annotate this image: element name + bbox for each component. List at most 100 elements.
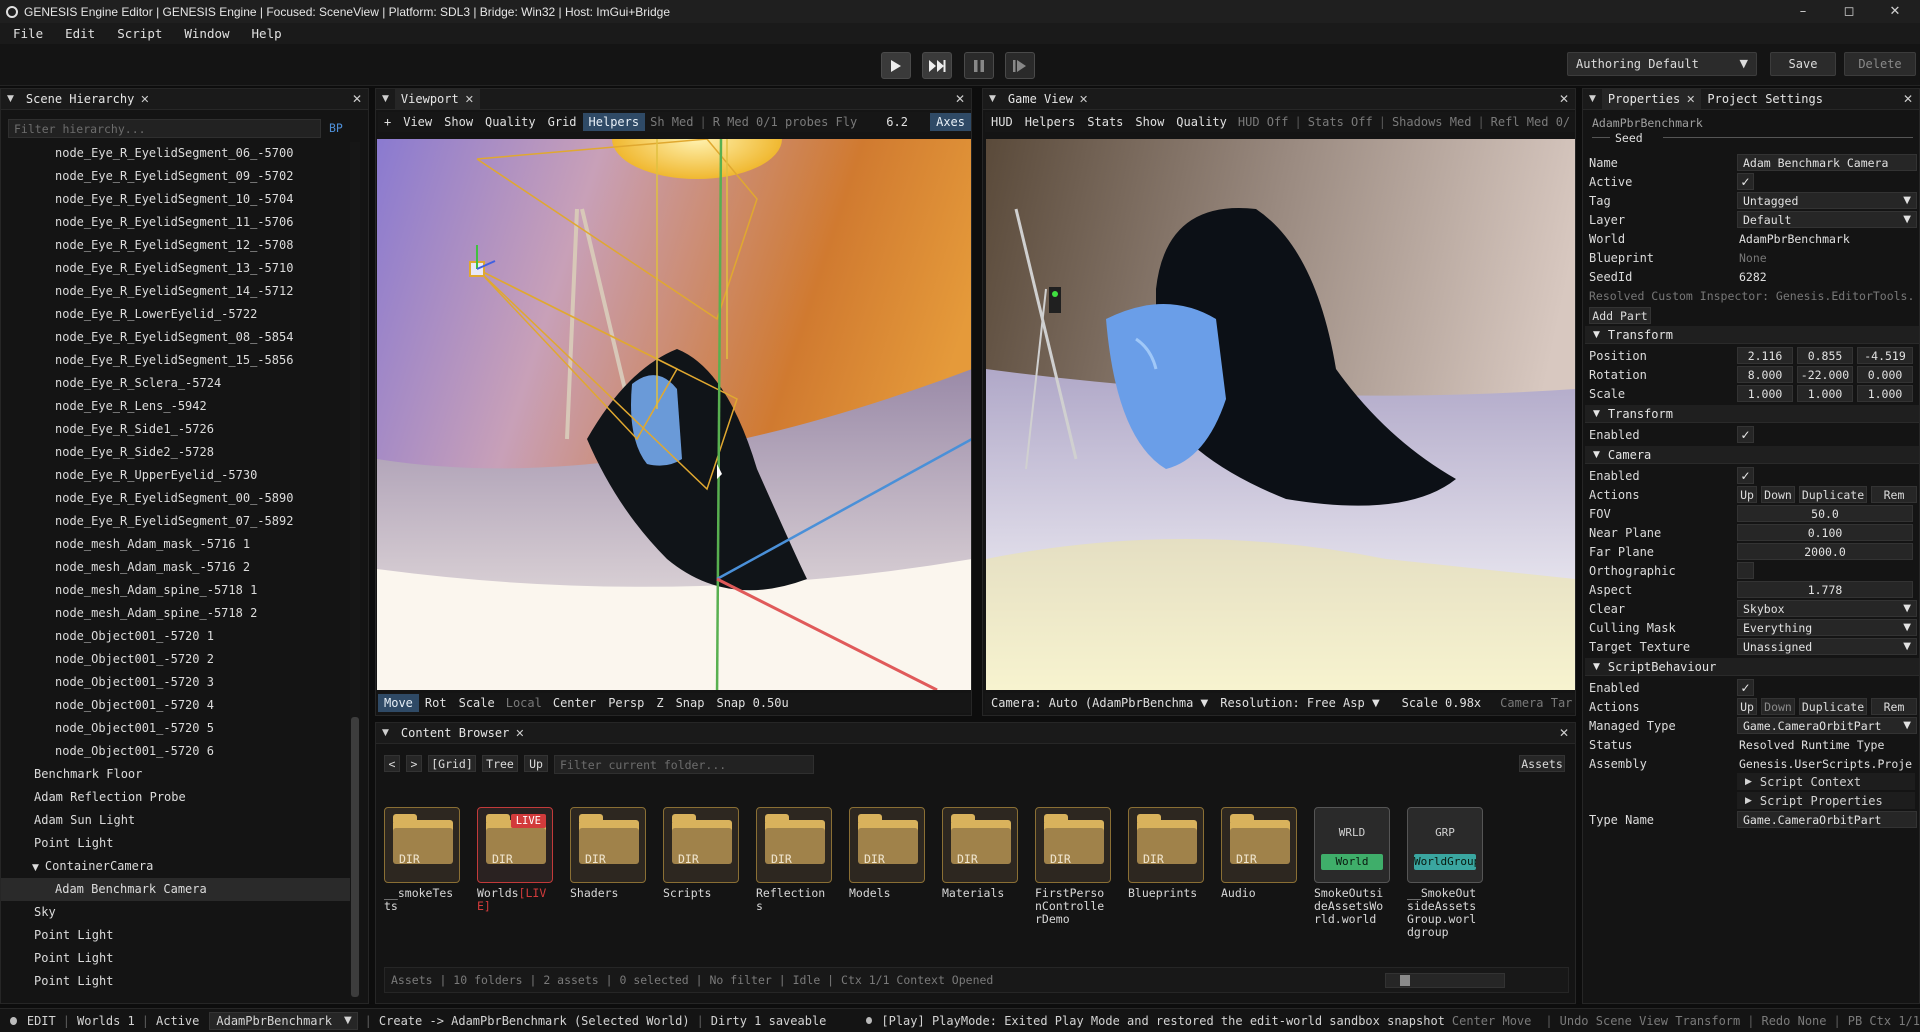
stats-toggle[interactable]: Stats <box>1081 113 1129 131</box>
hierarchy-item[interactable]: node_Eye_R_Lens_-5942 <box>1 395 351 418</box>
expand-icon[interactable]: ▼ <box>32 863 39 873</box>
folder-asset[interactable]: DIR Audio <box>1221 807 1297 900</box>
maximize-button[interactable]: ◻ <box>1826 0 1872 23</box>
folder-asset[interactable]: DIR Materials <box>942 807 1018 900</box>
view-menu[interactable]: View <box>397 113 438 131</box>
close-tab-icon[interactable]: ✕ <box>515 727 524 740</box>
asset-thumbnail[interactable]: DIR <box>849 807 925 883</box>
hierarchy-item[interactable]: node_mesh_Adam_spine_-5718 2 <box>1 602 351 625</box>
duplicate-button[interactable]: Duplicate <box>1799 698 1867 715</box>
folder-asset[interactable]: DIR Blueprints <box>1128 807 1204 900</box>
name-input[interactable]: Adam Benchmark Camera <box>1737 154 1917 171</box>
scale-x-field[interactable]: 1.000 <box>1737 385 1793 402</box>
file-asset[interactable]: GRP WorldGroup __SmokeOutsideAssetsGroup.w… <box>1407 807 1483 939</box>
near-plane-field[interactable]: 0.100 <box>1737 524 1913 541</box>
active-world-select[interactable]: AdamPbrBenchmark ▼ <box>209 1011 358 1030</box>
hierarchy-item[interactable]: Point Light <box>1 924 351 947</box>
menu-help[interactable]: Help <box>239 26 291 41</box>
add-part-button[interactable]: Add Part <box>1589 307 1651 324</box>
menu-edit[interactable]: Edit <box>52 26 104 41</box>
hierarchy-item[interactable]: node_Object001_-5720 1 <box>1 625 351 648</box>
camera-select[interactable]: Camera: Auto (AdamPbrBenchma ▼ <box>985 694 1214 712</box>
pivot-center-toggle[interactable]: Center <box>547 694 602 712</box>
close-panel-icon[interactable]: ✕ <box>1903 92 1913 106</box>
scale-z-field[interactable]: 1.000 <box>1857 385 1913 402</box>
tag-select[interactable]: Untagged ▼ <box>1737 192 1917 209</box>
helpers-toggle[interactable]: Helpers <box>1019 113 1082 131</box>
hierarchy-item[interactable]: node_mesh_Adam_mask_-5716 2 <box>1 556 351 579</box>
close-panel-icon[interactable]: ✕ <box>955 92 965 106</box>
collapse-icon[interactable]: ▼ <box>382 728 389 738</box>
culling-mask-select[interactable]: Everything ▼ <box>1737 619 1917 636</box>
hierarchy-item[interactable]: node_Eye_R_EyelidSegment_00_-5890 <box>1 487 351 510</box>
game-view-render[interactable] <box>986 139 1575 690</box>
hierarchy-item[interactable]: node_Eye_R_EyelidSegment_10_-5704 <box>1 188 351 211</box>
hierarchy-item[interactable]: node_Eye_R_Sclera_-5724 <box>1 372 351 395</box>
hierarchy-item[interactable]: node_mesh_Adam_mask_-5716 1 <box>1 533 351 556</box>
step-button[interactable] <box>1005 52 1035 79</box>
move-down-button[interactable]: Down <box>1761 486 1795 503</box>
rotation-y-field[interactable]: -22.000 <box>1797 366 1853 383</box>
hierarchy-item[interactable]: node_Eye_R_EyelidSegment_15_-5856 <box>1 349 351 372</box>
hierarchy-item[interactable]: node_Eye_R_EyelidSegment_09_-5702 <box>1 165 351 188</box>
grid-toggle[interactable]: Grid <box>542 113 583 131</box>
hierarchy-item[interactable]: Adam Reflection Probe <box>1 786 351 809</box>
viewport-scene[interactable] <box>377 139 972 690</box>
redo-label[interactable]: Redo None <box>1761 1014 1826 1028</box>
asset-thumbnail[interactable]: DIR <box>1035 807 1111 883</box>
far-plane-field[interactable]: 2000.0 <box>1737 543 1913 560</box>
move-up-button[interactable]: Up <box>1737 698 1757 715</box>
close-panel-icon[interactable]: ✕ <box>352 92 362 106</box>
aspect-field[interactable]: 1.778 <box>1737 581 1913 598</box>
tab-game-view[interactable]: Game View ✕ <box>1002 89 1094 110</box>
scale-slider[interactable]: Scale 0.98x <box>1396 694 1487 712</box>
delete-button[interactable]: Delete <box>1844 52 1916 76</box>
up-folder-button[interactable]: Up <box>524 755 548 772</box>
asset-thumbnail[interactable]: DIR <box>384 807 460 883</box>
close-tab-icon[interactable]: ✕ <box>1079 93 1088 106</box>
tree-view-button[interactable]: Tree <box>482 755 518 772</box>
hierarchy-item[interactable]: Adam Sun Light <box>1 809 351 832</box>
remove-button[interactable]: Rem <box>1871 486 1917 503</box>
tab-content-browser[interactable]: Content Browser ✕ <box>395 723 531 744</box>
script-section-header[interactable]: ▼ ScriptBehaviour <box>1585 658 1919 676</box>
target-texture-select[interactable]: Unassigned ▼ <box>1737 638 1917 655</box>
hierarchy-scrollbar[interactable] <box>350 142 360 1000</box>
hierarchy-item-selected[interactable]: Adam Benchmark Camera <box>1 878 351 901</box>
folder-asset[interactable]: DIR LIVE Worlds[LIVE] <box>477 807 553 913</box>
rotate-tool[interactable]: Rot <box>419 694 453 712</box>
hierarchy-item[interactable]: node_Object001_-5720 3 <box>1 671 351 694</box>
hierarchy-item[interactable]: node_Eye_R_EyelidSegment_14_-5712 <box>1 280 351 303</box>
profile-select[interactable]: Authoring Default ▼ <box>1567 52 1757 76</box>
assets-button[interactable]: Assets <box>1519 755 1565 772</box>
scale-y-field[interactable]: 1.000 <box>1797 385 1853 402</box>
hierarchy-item[interactable]: Sky <box>1 901 351 924</box>
resolution-select[interactable]: Resolution: Free Asp ▼ <box>1214 694 1385 712</box>
folder-asset[interactable]: DIR Reflections <box>756 807 832 913</box>
hierarchy-scroll-thumb[interactable] <box>351 717 359 997</box>
tab-scene-hierarchy[interactable]: Scene Hierarchy ✕ <box>20 89 156 110</box>
duplicate-button[interactable]: Duplicate <box>1799 486 1867 503</box>
file-asset[interactable]: WRLD World SmokeOutsideAssetsWorld.world <box>1314 807 1390 926</box>
close-window-button[interactable]: ✕ <box>1872 0 1918 23</box>
hierarchy-item[interactable]: node_Eye_R_EyelidSegment_07_-5892 <box>1 510 351 533</box>
asset-thumbnail[interactable]: DIR LIVE <box>477 807 553 883</box>
transform2-section-header[interactable]: ▼ Transform <box>1585 405 1919 423</box>
hud-toggle[interactable]: HUD <box>985 113 1019 131</box>
folder-asset[interactable]: DIR FirstPersonControllerDemo <box>1035 807 1111 926</box>
perspective-toggle[interactable]: Persp <box>602 694 650 712</box>
move-down-button[interactable]: Down <box>1761 698 1795 715</box>
transform-enabled-checkbox[interactable]: ✓ <box>1737 426 1754 443</box>
managed-type-select[interactable]: Game.CameraOrbitPart ▼ <box>1737 717 1917 734</box>
back-button[interactable]: < <box>384 755 400 772</box>
hierarchy-item[interactable]: ▼ ContainerCamera <box>1 855 351 878</box>
z-axis-toggle[interactable]: Z <box>650 694 669 712</box>
hierarchy-item[interactable]: node_Eye_R_LowerEyelid_-5722 <box>1 303 351 326</box>
close-tab-icon[interactable]: ✕ <box>465 93 474 106</box>
close-tab-icon[interactable]: ✕ <box>1686 93 1695 106</box>
helpers-toggle[interactable]: Helpers <box>582 113 646 131</box>
fov-field[interactable]: 6.2 <box>872 113 922 131</box>
asset-thumbnail[interactable]: DIR <box>570 807 646 883</box>
camera-enabled-checkbox[interactable]: ✓ <box>1737 467 1754 484</box>
rotation-z-field[interactable]: 0.000 <box>1857 366 1913 383</box>
